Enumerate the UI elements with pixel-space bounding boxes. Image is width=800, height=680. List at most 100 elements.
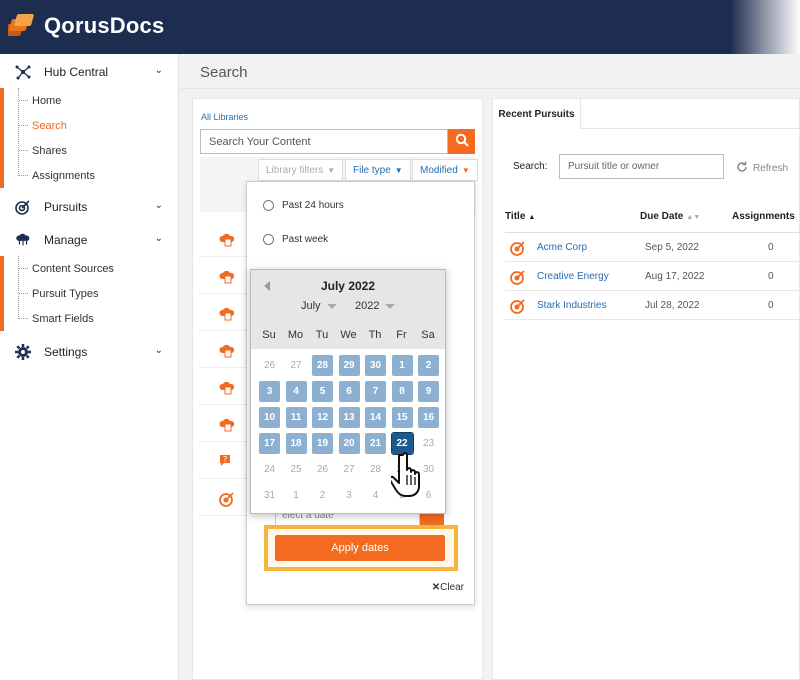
calendar-day: 27 (343, 464, 355, 475)
calendar-day[interactable]: 20 (338, 433, 360, 454)
calendar-day: 25 (290, 464, 302, 475)
table-row[interactable]: Acme Corp Sep 5, 2022 0 (505, 233, 800, 262)
weekday-label: Mo (287, 329, 304, 341)
sidebar-group-pursuits[interactable]: Pursuits ⌄ (0, 190, 178, 223)
calendar-day[interactable]: 1 (391, 355, 413, 376)
list-item[interactable] (199, 257, 249, 294)
list-item[interactable] (199, 479, 249, 516)
year-select[interactable]: 2022 (355, 300, 396, 312)
sidebar: Hub Central ⌄ Home Search Shares Assignm… (0, 54, 179, 680)
weekday-label: We (340, 329, 357, 341)
calendar-day: 31 (263, 490, 276, 501)
weekday-label: Sa (421, 329, 435, 341)
sidebar-item-search[interactable]: Search (4, 113, 178, 138)
pursuit-title-link[interactable]: Acme Corp (537, 242, 587, 253)
list-item[interactable]: ? (199, 442, 249, 479)
sidebar-item-pursuit-types[interactable]: Pursuit Types (4, 281, 178, 306)
list-item[interactable] (199, 294, 249, 331)
calendar-day[interactable]: 2 (418, 355, 439, 376)
refresh-button[interactable]: Refresh (736, 161, 788, 176)
calendar-day[interactable]: 13 (338, 407, 360, 428)
calendar-day: 28 (369, 464, 382, 475)
calendar-day[interactable]: 7 (365, 381, 386, 402)
weekday-label: Tu (315, 329, 329, 341)
modified-button[interactable]: Modified ▼ (412, 159, 478, 181)
column-header-due-date[interactable]: Due Date ▲▼ (640, 211, 700, 222)
pursuit-due-date: Jul 28, 2022 (645, 300, 700, 311)
pursuit-search-input[interactable]: Pursuit title or owner (559, 154, 724, 179)
search-label: Search: (513, 161, 548, 172)
library-filters-button[interactable]: Library filters ▼ (258, 159, 344, 181)
calendar-day[interactable]: 28 (312, 355, 333, 376)
app-logo[interactable]: QorusDocs (3, 11, 165, 41)
list-item[interactable] (199, 220, 249, 257)
calendar-day[interactable]: 30 (365, 355, 386, 376)
calendar-day[interactable]: 10 (259, 407, 280, 428)
content-search-input[interactable]: Search Your Content (200, 129, 448, 154)
calendar-day[interactable]: 12 (312, 407, 333, 428)
sidebar-group-label: Manage (44, 232, 88, 247)
calendar-day[interactable]: 29 (338, 355, 360, 376)
table-row[interactable]: Creative Energy Aug 17, 2022 0 (505, 262, 800, 291)
calendar-day[interactable]: 17 (259, 433, 280, 454)
sidebar-group-settings[interactable]: Settings ⌄ (0, 335, 178, 368)
pursuit-title-link[interactable]: Stark Industries (537, 300, 606, 311)
calendar-day[interactable]: 3 (259, 381, 280, 402)
calendar-day: 24 (263, 464, 276, 475)
clear-button[interactable]: ✕Clear (432, 582, 464, 593)
sidebar-item-home[interactable]: Home (4, 88, 178, 113)
calendar-day[interactable]: 14 (365, 407, 386, 428)
search-button[interactable] (448, 129, 475, 154)
sidebar-group-label: Settings (44, 344, 88, 359)
question-chat-icon: ? (218, 453, 236, 469)
caret-down-icon (385, 303, 396, 309)
top-bar: QorusDocs (0, 0, 800, 54)
apply-dates-button[interactable]: Apply dates (275, 535, 445, 561)
gear-icon (15, 343, 31, 360)
calendar-day: 1 (293, 490, 299, 501)
sidebar-item-smart-fields[interactable]: Smart Fields (4, 306, 178, 331)
sidebar-item-assignments[interactable]: Assignments (4, 163, 178, 188)
caret-down-icon: ▼ (327, 165, 336, 175)
calendar-day[interactable]: 19 (312, 433, 333, 454)
tab-recent-pursuits[interactable]: Recent Pursuits (493, 99, 581, 129)
calendar-title: July 2022 (320, 279, 376, 293)
all-libraries-link[interactable]: All Libraries (201, 112, 248, 122)
calendar-day[interactable]: 15 (391, 407, 413, 428)
file-type-button[interactable]: File type ▼ (345, 159, 411, 181)
hand-cursor-icon (388, 449, 433, 499)
calendar-day[interactable]: 5 (312, 381, 333, 402)
sidebar-group-label: Pursuits (44, 199, 88, 214)
sidebar-group-hub-central[interactable]: Hub Central ⌄ (0, 55, 178, 88)
radio-past-week[interactable]: Past week (263, 234, 328, 245)
calendar-day: 2 (319, 490, 326, 501)
pursuit-title-link[interactable]: Creative Energy (537, 271, 609, 282)
calendar-day[interactable]: 21 (365, 433, 386, 454)
calendar-day[interactable]: 16 (418, 407, 439, 428)
search-icon (455, 133, 469, 150)
sidebar-item-shares[interactable]: Shares (4, 138, 178, 163)
month-select[interactable]: July (301, 300, 337, 312)
table-row[interactable]: Stark Industries Jul 28, 2022 0 (505, 291, 800, 320)
calendar-day[interactable]: 9 (418, 381, 439, 402)
sidebar-item-content-sources[interactable]: Content Sources (4, 256, 178, 281)
calendar-day[interactable]: 11 (285, 407, 307, 428)
caret-down-icon (326, 303, 337, 309)
calendar-day[interactable]: 18 (285, 433, 307, 454)
caret-down-icon: ▼ (461, 165, 470, 175)
radio-icon (263, 200, 274, 211)
calendar-day[interactable]: 4 (285, 381, 307, 402)
sort-icon: ▲▼ (686, 214, 701, 221)
column-header-title[interactable]: Title ▲ (505, 211, 535, 222)
calendar-day[interactable]: 6 (338, 381, 360, 402)
list-item[interactable] (199, 405, 249, 442)
calendar-day[interactable]: 8 (391, 381, 413, 402)
list-item[interactable] (199, 331, 249, 368)
app-name: QorusDocs (44, 13, 165, 38)
sidebar-group-manage[interactable]: Manage ⌄ (0, 223, 178, 256)
list-item[interactable] (199, 368, 249, 405)
column-header-assignments[interactable]: Assignments (732, 211, 795, 222)
weekday-label: Su (262, 329, 276, 341)
radio-past-24-hours[interactable]: Past 24 hours (263, 200, 344, 211)
radio-icon (263, 234, 274, 245)
